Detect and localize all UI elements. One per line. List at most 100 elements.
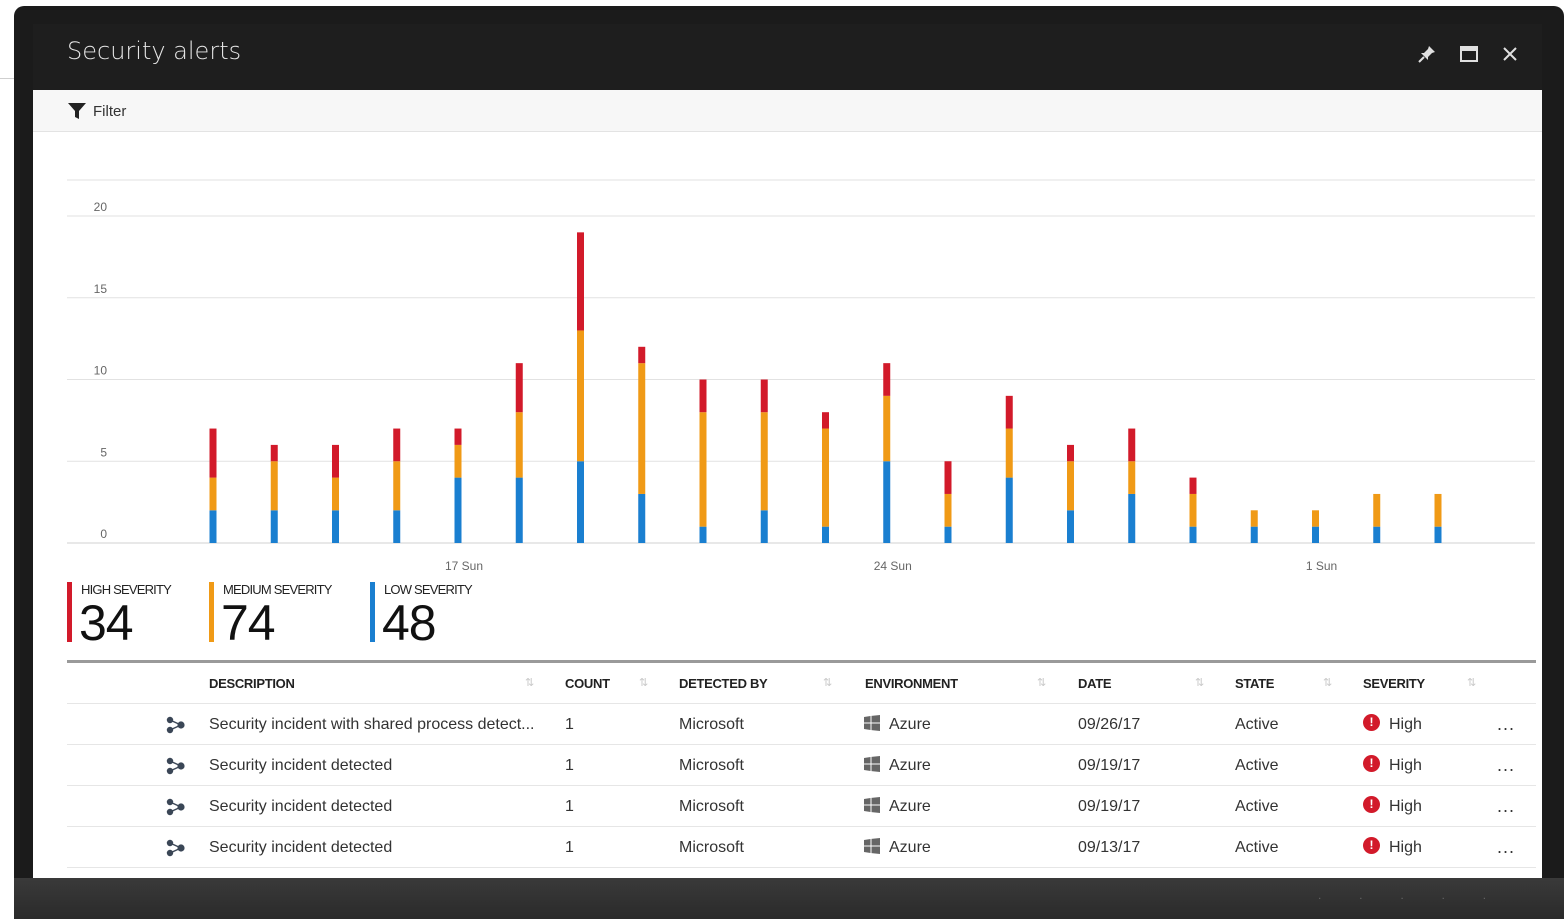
x-tick-label: 1 Sun (1306, 559, 1337, 572)
blade-toolbar: Filter (33, 90, 1542, 132)
low-severity-marker (370, 582, 375, 642)
column-header-environment[interactable]: ENVIRONMENT (865, 663, 958, 704)
bar-segment-medium (822, 428, 829, 527)
maximize-button[interactable] (1453, 38, 1485, 70)
alert-date: 09/13/17 (1078, 839, 1141, 856)
bar-segment-high (393, 428, 401, 462)
alert-detected-by: Microsoft (679, 839, 744, 856)
alert-severity-label: High (1389, 839, 1422, 856)
alert-count: 1 (565, 716, 574, 733)
more-actions-button[interactable]: ... (1497, 704, 1515, 745)
alert-detected-by: Microsoft (679, 757, 744, 774)
pin-button[interactable] (1411, 38, 1443, 70)
y-tick-label: 10 (94, 364, 108, 378)
alert-detected-by: Microsoft (679, 716, 744, 733)
sort-icon[interactable]: ⇅ (823, 663, 832, 704)
frame-dots: ····· (1318, 894, 1524, 905)
bar-segment-medium (454, 444, 462, 478)
high-severity-icon: ! (1363, 755, 1380, 773)
alert-description[interactable]: Security incident detected (209, 745, 555, 786)
incident-icon (165, 757, 187, 780)
table-header-row: DESCRIPTION ⇅ COUNT ⇅ DETECTED BY ⇅ ENVI… (67, 663, 1536, 704)
bar-segment-medium (760, 412, 768, 511)
bar-segment-high (515, 363, 523, 413)
bar-segment-low (1128, 493, 1136, 543)
sort-icon[interactable]: ⇅ (1037, 663, 1046, 704)
alert-count: 1 (565, 839, 574, 856)
sort-icon[interactable]: ⇅ (1323, 663, 1332, 704)
alert-environment: Azure (889, 839, 931, 856)
alert-description[interactable]: Security incident detected (209, 827, 555, 868)
x-tick-label: 24 Sun (874, 559, 912, 572)
alert-date: 09/19/17 (1078, 798, 1141, 815)
x-tick-label: 17 Sun (445, 559, 483, 572)
bar-segment-high (270, 444, 278, 462)
close-button[interactable] (1494, 38, 1526, 70)
incident-icon (165, 716, 187, 739)
bar-segment-medium (1250, 510, 1258, 527)
alert-description[interactable]: Security incident detected (209, 786, 555, 827)
alert-date: 09/19/17 (1078, 757, 1141, 774)
alert-state: Active (1235, 839, 1279, 856)
bar-segment-high (944, 461, 952, 494)
alert-state: Active (1235, 798, 1279, 815)
bar-segment-medium (944, 493, 952, 527)
table-row[interactable]: Security incident with shared process de… (67, 704, 1536, 745)
bar-segment-low (454, 477, 462, 543)
bar-segment-low (1434, 526, 1442, 543)
table-row[interactable]: Security incident detected 1 Microsoft Azur… (67, 745, 1536, 786)
bar-segment-high (454, 428, 462, 445)
medium-severity-count: 74 (221, 595, 276, 651)
bar-segment-low (209, 510, 217, 543)
bar-segment-medium (1128, 461, 1136, 494)
more-actions-button[interactable]: ... (1497, 786, 1515, 827)
bar-segment-low (577, 461, 584, 543)
bar-segment-medium (699, 412, 707, 527)
bar-segment-low (699, 526, 707, 543)
bar-segment-low (944, 526, 952, 543)
table-row[interactable]: Security incident detected 1 Microsoft Azur… (67, 786, 1536, 827)
bar-segment-high (883, 363, 891, 396)
column-header-detected-by[interactable]: DETECTED BY (679, 663, 768, 704)
windows-icon (864, 756, 880, 777)
alert-environment: Azure (889, 798, 931, 815)
bar-segment-low (1312, 526, 1319, 543)
bar-segment-low (270, 510, 278, 543)
security-alerts-blade: Security alerts Filter 20 15 10 5 0 17 Sun 24 … (33, 24, 1542, 878)
column-header-severity[interactable]: SEVERITY (1363, 663, 1425, 704)
table-row[interactable]: Security incident detected 1 Microsoft Azur… (67, 827, 1536, 868)
close-icon (1503, 47, 1517, 61)
sort-icon[interactable]: ⇅ (1467, 663, 1476, 704)
high-severity-marker (67, 582, 72, 642)
bar-segment-medium (1312, 510, 1319, 527)
alert-description[interactable]: Security incident with shared process de… (209, 704, 555, 745)
column-header-date[interactable]: DATE (1078, 663, 1112, 704)
bar-segment-high (638, 346, 646, 364)
bar-segment-medium (1373, 493, 1381, 527)
bar-segment-low (1373, 526, 1381, 543)
bar-segment-low (1250, 526, 1258, 543)
sort-icon[interactable]: ⇅ (639, 663, 648, 704)
column-header-description[interactable]: DESCRIPTION (209, 663, 295, 704)
sort-icon[interactable]: ⇅ (525, 663, 534, 704)
column-header-state[interactable]: STATE (1235, 663, 1274, 704)
filter-button[interactable]: Filter (67, 98, 126, 124)
sort-icon[interactable]: ⇅ (1195, 663, 1204, 704)
bar-segment-high (1189, 477, 1197, 494)
bar-segment-high (209, 428, 217, 478)
alert-detected-by: Microsoft (679, 798, 744, 815)
column-header-count[interactable]: COUNT (565, 663, 610, 704)
bar-segment-high (822, 412, 829, 429)
alert-count: 1 (565, 798, 574, 815)
bar-segment-high (1067, 444, 1074, 462)
bar-segment-high (699, 379, 707, 413)
alerts-chart: 20 15 10 5 0 17 Sun 24 Sun 1 Sun (67, 179, 1535, 572)
more-actions-button[interactable]: ... (1497, 745, 1515, 786)
bar-segment-medium (209, 477, 217, 511)
more-actions-button[interactable]: ... (1497, 827, 1515, 868)
bar-segment-low (1189, 526, 1197, 543)
bar-segment-medium (1434, 493, 1442, 527)
high-severity-count: 34 (79, 595, 134, 651)
alert-severity-label: High (1389, 716, 1422, 733)
bar-segment-medium (270, 461, 278, 511)
